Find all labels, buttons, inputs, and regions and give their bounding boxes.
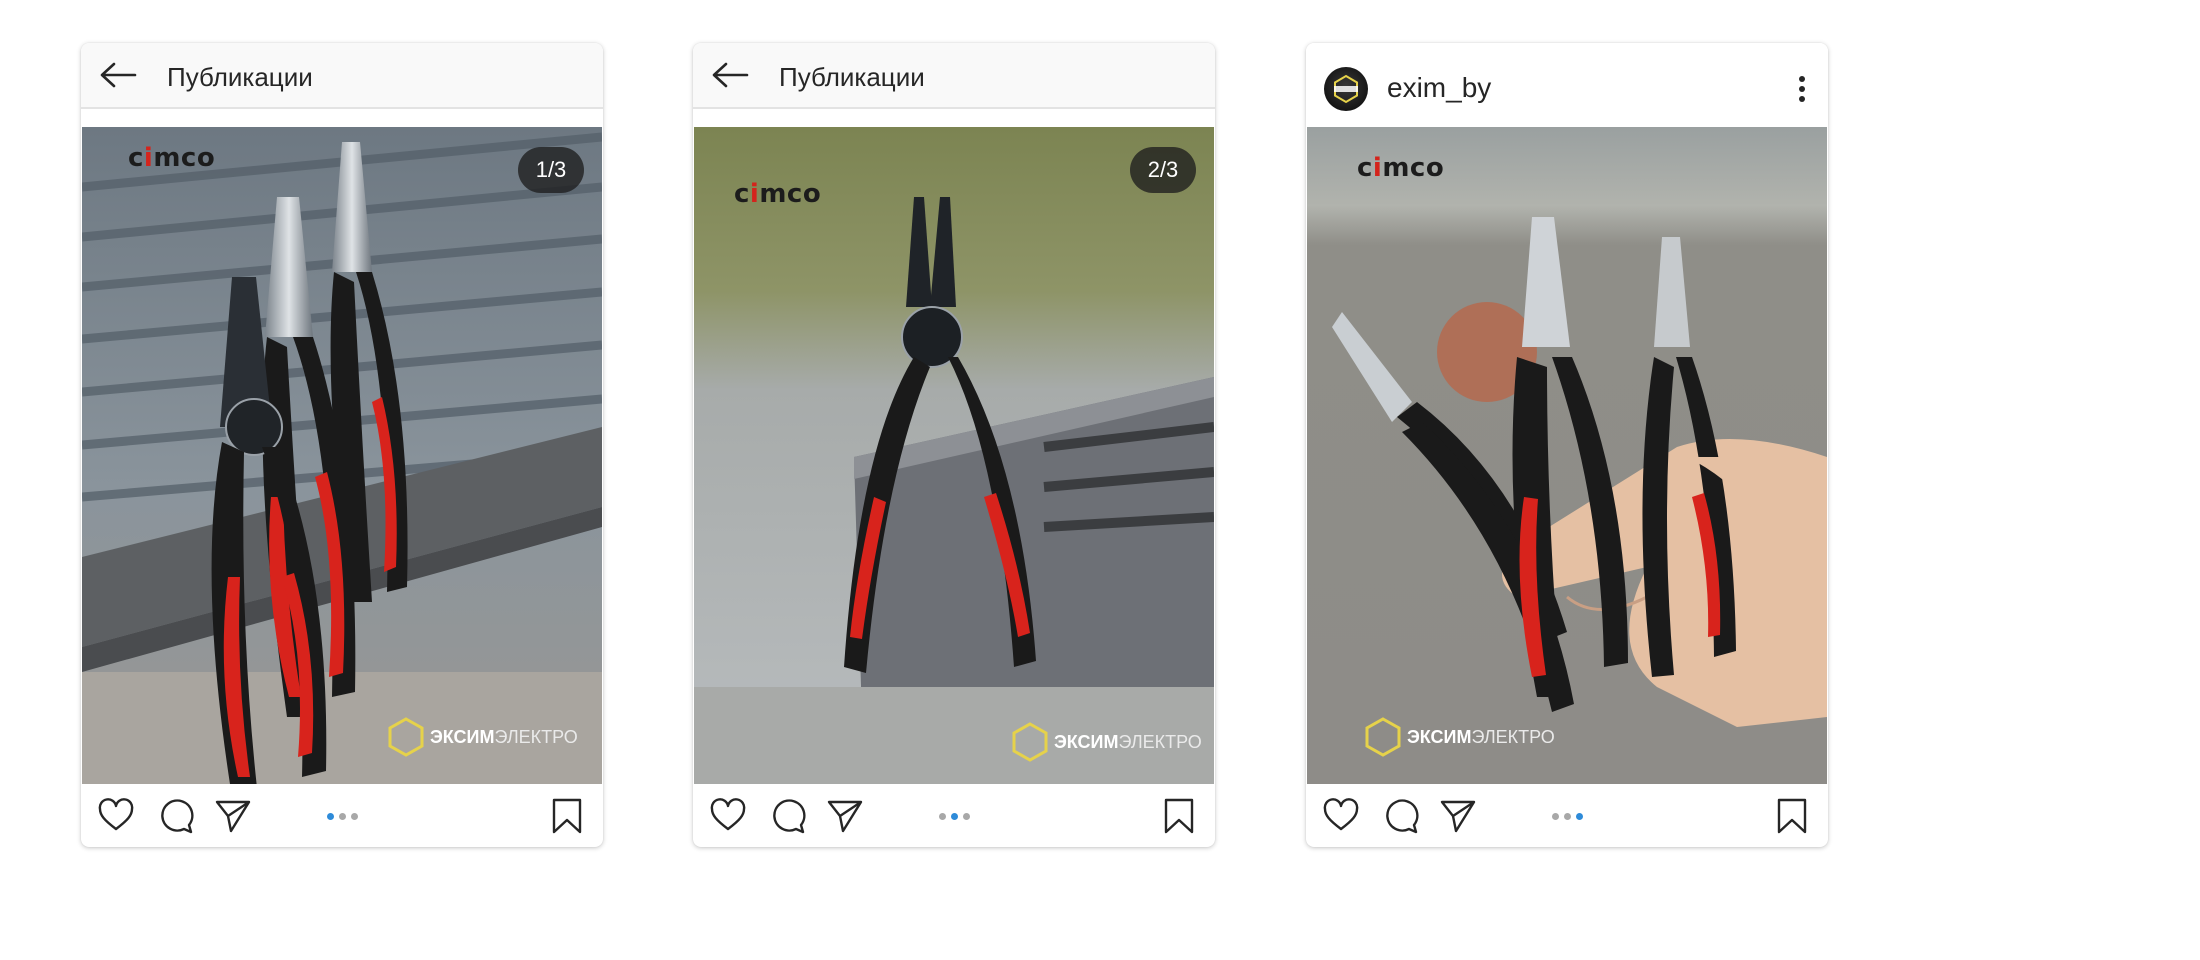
cimco-logo: cimco xyxy=(128,143,216,173)
hexagon-logo-icon xyxy=(1012,722,1048,762)
carousel-indicator xyxy=(1552,813,1583,820)
arrow-left-icon[interactable] xyxy=(711,60,749,90)
post-actions xyxy=(693,784,1215,847)
carousel-dot xyxy=(939,813,946,820)
post-header: Публикации xyxy=(693,43,1215,109)
arrow-left-icon[interactable] xyxy=(99,60,137,90)
carousel-dot xyxy=(1576,813,1583,820)
post-header: exim_by xyxy=(1306,43,1828,127)
post-actions xyxy=(1306,784,1828,847)
post-header: Публикации xyxy=(81,43,603,109)
hexagon-logo-icon xyxy=(388,717,424,757)
post-card-2: Публикации 2/3 cimco ЭКСИМ ЭЛЕКТРО xyxy=(693,43,1215,847)
brand-text-bold: ЭКСИМ xyxy=(1407,726,1472,747)
carousel-indicator xyxy=(939,813,970,820)
cimco-logo: cimco xyxy=(1357,153,1445,183)
comment-icon[interactable] xyxy=(770,798,806,834)
send-icon[interactable] xyxy=(1440,798,1476,834)
carousel-dot xyxy=(339,813,346,820)
post-actions xyxy=(81,784,603,847)
avatar[interactable] xyxy=(1324,67,1368,111)
eximelectro-logo: ЭКСИМ ЭЛЕКТРО xyxy=(1012,722,1202,762)
post-card-1: Публикации 1/3 cimco ЭКСИМ ЭЛЕКТРО xyxy=(81,43,603,847)
cimco-logo: cimco xyxy=(734,179,822,209)
more-vertical-icon[interactable] xyxy=(1798,75,1806,103)
carousel-counter: 2/3 xyxy=(1130,147,1196,193)
carousel-dot xyxy=(963,813,970,820)
send-icon[interactable] xyxy=(827,798,863,834)
carousel-dot xyxy=(351,813,358,820)
pliers-photo-1 xyxy=(82,127,602,784)
send-icon[interactable] xyxy=(215,798,251,834)
carousel-dot xyxy=(327,813,334,820)
bookmark-icon[interactable] xyxy=(551,798,583,834)
page-title: Публикации xyxy=(779,62,925,92)
post-username[interactable]: exim_by xyxy=(1387,72,1491,104)
heart-icon[interactable] xyxy=(98,798,134,834)
brand-text-bold: ЭКСИМ xyxy=(1054,731,1119,752)
brand-text-light: ЭЛЕКТРО xyxy=(494,726,578,747)
pliers-in-hand-photo xyxy=(1307,127,1827,784)
post-image[interactable]: 2/3 cimco ЭКСИМ ЭЛЕКТРО xyxy=(694,127,1214,784)
bookmark-icon[interactable] xyxy=(1776,798,1808,834)
carousel-dot xyxy=(1552,813,1559,820)
comment-icon[interactable] xyxy=(1383,798,1419,834)
brand-text-light: ЭЛЕКТРО xyxy=(1118,731,1202,752)
hexagon-logo-icon xyxy=(1365,717,1401,757)
heart-icon[interactable] xyxy=(1323,798,1359,834)
comment-icon[interactable] xyxy=(158,798,194,834)
carousel-indicator xyxy=(327,813,358,820)
brand-text-bold: ЭКСИМ xyxy=(430,726,495,747)
carousel-counter: 1/3 xyxy=(518,147,584,193)
eximelectro-logo: ЭКСИМ ЭЛЕКТРО xyxy=(388,717,578,757)
post-card-3: exim_by cimco ЭКСИМ ЭЛЕКТРО xyxy=(1306,43,1828,847)
heart-icon[interactable] xyxy=(710,798,746,834)
carousel-dot xyxy=(951,813,958,820)
bookmark-icon[interactable] xyxy=(1163,798,1195,834)
carousel-dot xyxy=(1564,813,1571,820)
eximelectro-logo: ЭКСИМ ЭЛЕКТРО xyxy=(1365,717,1555,757)
page-title: Публикации xyxy=(167,62,313,92)
brand-text-light: ЭЛЕКТРО xyxy=(1471,726,1555,747)
exim-avatar-logo-icon xyxy=(1334,74,1358,104)
post-image[interactable]: 1/3 cimco ЭКСИМ ЭЛЕКТРО xyxy=(82,127,602,784)
pliers-photo-2 xyxy=(694,127,1214,784)
post-image[interactable]: cimco ЭКСИМ ЭЛЕКТРО xyxy=(1307,127,1827,784)
